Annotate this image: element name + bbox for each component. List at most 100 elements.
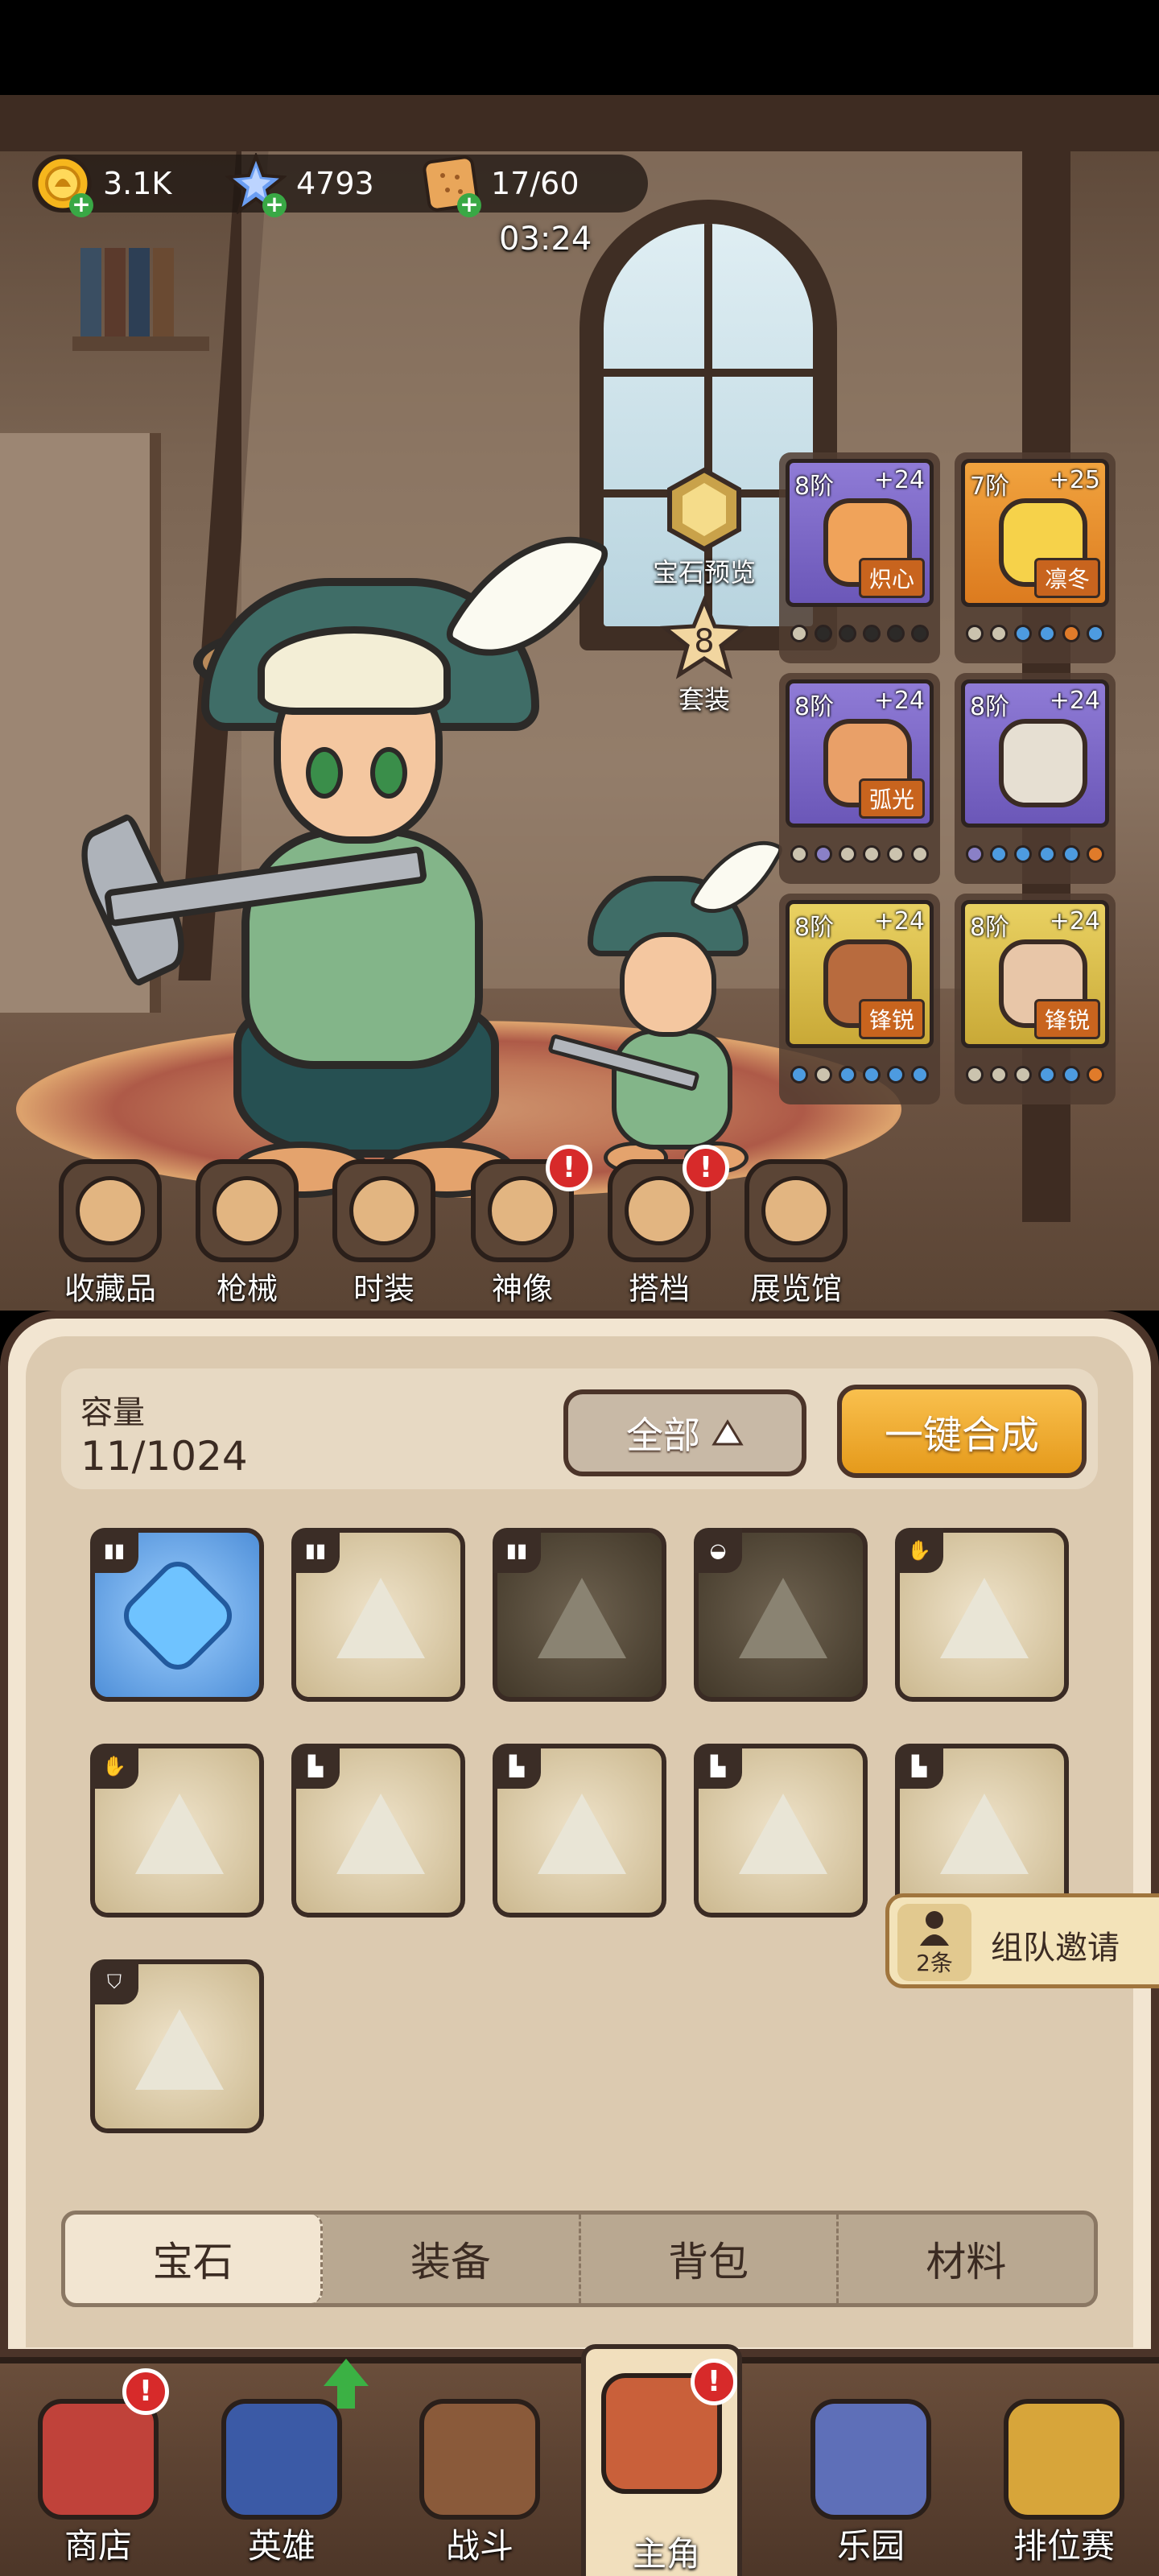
triangle-gem-icon bbox=[940, 1794, 1029, 1874]
gem-socket bbox=[1062, 1066, 1080, 1084]
equipment-tier: 8阶 bbox=[970, 693, 1010, 721]
gold-currency[interactable]: + 3.1K bbox=[32, 153, 171, 217]
feature-gallery[interactable]: 展览馆 bbox=[736, 1159, 856, 1308]
gem-socket bbox=[1038, 625, 1056, 642]
gem-socket bbox=[1087, 625, 1104, 642]
triangle-gem-icon bbox=[336, 1794, 425, 1874]
gem-socket bbox=[790, 625, 808, 642]
book bbox=[105, 248, 126, 336]
star-crystal-icon: + bbox=[224, 151, 288, 217]
gem-socket bbox=[1038, 1066, 1056, 1084]
currency-bar: + 3.1K + 4793 + 17/60 bbox=[32, 151, 648, 217]
helmet-icon: ◒ bbox=[694, 1528, 742, 1573]
gem-slot[interactable]: ▮▮ bbox=[493, 1528, 666, 1702]
gem-socket bbox=[1062, 845, 1080, 863]
stamina-currency[interactable]: + 17/60 bbox=[420, 153, 580, 217]
gold-coin-icon: + bbox=[32, 153, 93, 217]
gem-preview-button[interactable]: 宝石预览 bbox=[644, 465, 765, 589]
shop-icon bbox=[38, 2399, 159, 2520]
nav-hero-cards[interactable]: 英雄 bbox=[201, 2359, 369, 2568]
collection-icon-glyph bbox=[76, 1176, 145, 1245]
feature-gun[interactable]: 枪械 bbox=[187, 1159, 307, 1308]
nav-label: 主角 bbox=[632, 2534, 700, 2574]
boot-icon: ▙ bbox=[493, 1744, 541, 1789]
gem-socket bbox=[990, 1066, 1008, 1084]
feature-costume[interactable]: 时装 bbox=[324, 1159, 444, 1308]
hero-cards-icon bbox=[221, 2399, 342, 2520]
gem-socket bbox=[966, 845, 984, 863]
nav-owl[interactable]: 主角! bbox=[581, 2344, 742, 2576]
feature-partner[interactable]: 搭档! bbox=[599, 1145, 729, 1308]
feature-label: 收藏品 bbox=[64, 1271, 156, 1307]
equipment-tier: 8阶 bbox=[794, 914, 835, 942]
equipment-frame: 7阶 +25 凛冬 bbox=[961, 459, 1109, 607]
hero-hair bbox=[258, 626, 451, 715]
gem-slot[interactable]: ▙ bbox=[493, 1744, 666, 1918]
feature-statue[interactable]: 神像! bbox=[462, 1145, 592, 1308]
biscuit-icon: + bbox=[420, 153, 481, 217]
nav-battle[interactable]: 战斗 bbox=[399, 2375, 560, 2568]
tab-2[interactable]: 背包 bbox=[581, 2215, 839, 2303]
alert-badge-icon: ! bbox=[122, 2368, 169, 2415]
rank-badge-icon bbox=[1004, 2399, 1124, 2520]
gem-slot[interactable]: ✋ bbox=[895, 1528, 1069, 1702]
gem-slot[interactable]: ▮▮ bbox=[291, 1528, 465, 1702]
costume-icon-glyph bbox=[349, 1176, 419, 1245]
equipment-slot[interactable]: 8阶 +24 bbox=[955, 673, 1116, 884]
filter-dropdown[interactable]: 全部 bbox=[563, 1389, 806, 1476]
partner-icon-glyph bbox=[625, 1176, 694, 1245]
equipment-level: +24 bbox=[873, 907, 925, 935]
triangle-gem-icon bbox=[336, 1578, 425, 1658]
gem-slot[interactable]: ▙ bbox=[895, 1744, 1069, 1918]
gem-socket bbox=[863, 845, 881, 863]
equipment-slot[interactable]: 8阶 +24 炽心 bbox=[779, 452, 940, 663]
hero-character[interactable] bbox=[65, 481, 613, 1254]
equipment-frame: 8阶 +24 锋锐 bbox=[786, 900, 934, 1048]
gem-slot[interactable]: ▙ bbox=[291, 1744, 465, 1918]
gem-slot[interactable]: ✋ bbox=[90, 1744, 264, 1918]
gem-socket bbox=[966, 1066, 984, 1084]
add-stamina-icon[interactable]: + bbox=[457, 193, 481, 217]
equipment-slot[interactable]: 8阶 +24 锋锐 bbox=[779, 894, 940, 1104]
boot-icon: ▙ bbox=[895, 1744, 943, 1789]
tab-0[interactable]: 宝石 bbox=[65, 2215, 324, 2303]
gem-socket-row bbox=[787, 842, 932, 866]
costume-icon bbox=[332, 1159, 435, 1262]
armor-icon: ⛉ bbox=[90, 1959, 138, 2004]
equipment-tier: 8阶 bbox=[970, 914, 1010, 942]
gem-slot[interactable]: ▙ bbox=[694, 1744, 868, 1918]
feature-collection[interactable]: 收藏品 bbox=[50, 1159, 171, 1308]
gem-socket bbox=[863, 625, 881, 642]
gem-slot[interactable]: ▮▮ bbox=[90, 1528, 264, 1702]
set-bonus-button[interactable]: 8 套装 bbox=[644, 595, 765, 716]
triangle-gem-icon bbox=[739, 1578, 827, 1658]
nav-label: 战斗 bbox=[445, 2526, 514, 2566]
set-count: 8 bbox=[694, 623, 715, 660]
tab-1[interactable]: 装备 bbox=[323, 2215, 581, 2303]
gallery-icon bbox=[744, 1159, 848, 1262]
gem-slot[interactable]: ⛉ bbox=[90, 1959, 264, 2133]
nav-rank-badge[interactable]: 排位赛 bbox=[984, 2375, 1145, 2568]
equipment-slot[interactable]: 8阶 +24 锋锐 bbox=[955, 894, 1116, 1104]
person-icon bbox=[920, 1911, 949, 1946]
equipment-slot[interactable]: 7阶 +25 凛冬 bbox=[955, 452, 1116, 663]
team-invite-button[interactable]: 2条 组队邀请 bbox=[885, 1893, 1159, 1988]
gem-socket-row bbox=[787, 621, 932, 646]
alert-badge-icon: ! bbox=[691, 2359, 737, 2405]
gem-slot[interactable]: ◒ bbox=[694, 1528, 868, 1702]
book bbox=[153, 248, 174, 336]
gem-socket bbox=[1014, 625, 1032, 642]
star-currency[interactable]: + 4793 bbox=[224, 151, 374, 217]
equipment-slot[interactable]: 8阶 +24 弧光 bbox=[779, 673, 940, 884]
add-star-icon[interactable]: + bbox=[262, 193, 287, 217]
nav-shop[interactable]: 商店! bbox=[18, 2368, 179, 2568]
one-click-merge-button[interactable]: 一键合成 bbox=[837, 1385, 1087, 1478]
invite-count: 2条 bbox=[916, 1950, 953, 1976]
gem-socket bbox=[839, 1066, 856, 1084]
equipment-level: +24 bbox=[1049, 907, 1100, 935]
add-gold-icon[interactable]: + bbox=[69, 193, 93, 217]
equipment-level: +24 bbox=[873, 466, 925, 494]
nav-castle[interactable]: 乐园 bbox=[790, 2375, 951, 2568]
set-label: 套装 bbox=[678, 684, 730, 715]
tab-3[interactable]: 材料 bbox=[839, 2215, 1094, 2303]
